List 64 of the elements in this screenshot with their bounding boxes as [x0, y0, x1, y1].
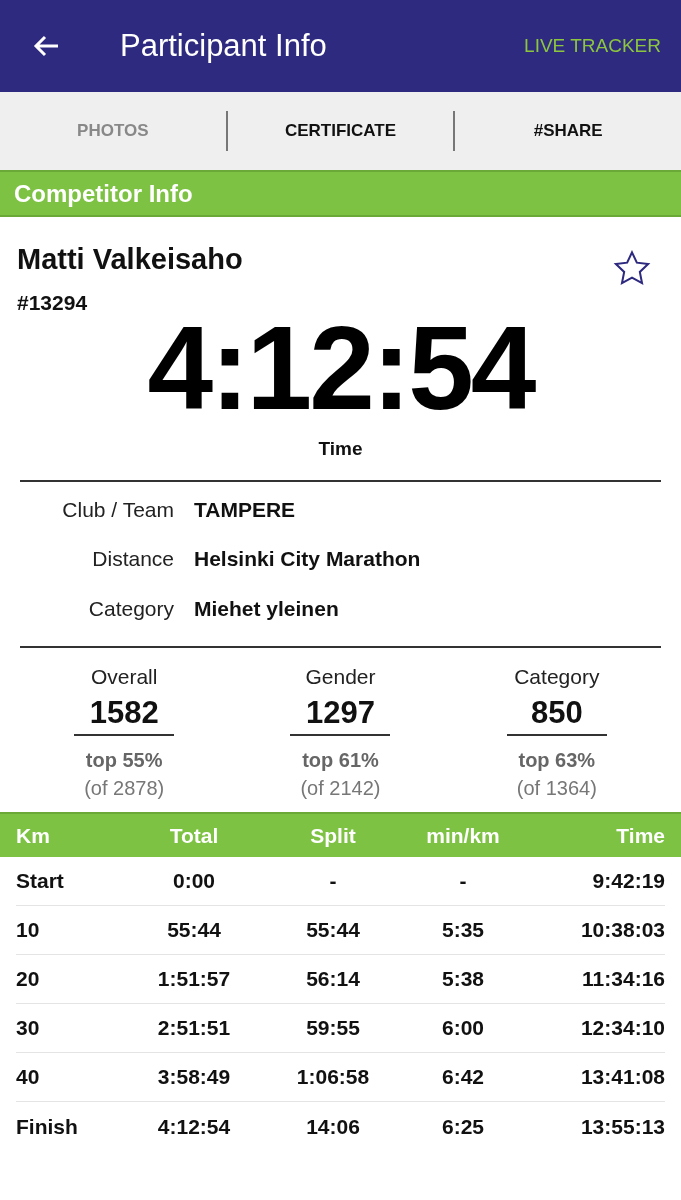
table-cell-text: 6:25 — [441, 1113, 485, 1140]
section-header: Competitor Info — [0, 170, 681, 217]
top-percent: top 55% — [85, 750, 163, 770]
detail-value: Miehet yleinen — [194, 595, 339, 622]
detail-label: Category — [87, 595, 174, 622]
table-cell-text: 55:44 — [305, 917, 361, 944]
table-cell-text: 11:34:16 — [581, 966, 665, 993]
table-cell-text: 6:42 — [441, 1064, 485, 1091]
table-cell-text: - — [328, 868, 338, 895]
participant-name: Matti Valkeisaho — [17, 245, 243, 274]
table-cell-text: 40 — [16, 1064, 41, 1091]
live-tracker-button[interactable]: LIVE TRACKER — [524, 31, 661, 61]
table-cell-text: 55:44 — [166, 917, 222, 944]
table-cell-text: 1:51:57 — [156, 966, 232, 993]
table-cell-text: 56:14 — [305, 966, 361, 993]
table-cell-text: Start — [16, 868, 65, 895]
back-arrow-icon[interactable] — [32, 34, 60, 58]
tab[interactable]: #SHARE — [455, 118, 681, 144]
table-cell-text: 10:38:03 — [579, 917, 665, 944]
top-percent: top 61% — [302, 750, 379, 770]
table-cell-text: 4:12:54 — [156, 1113, 232, 1140]
table-cell-text: 59:55 — [305, 1015, 361, 1042]
table-cell-text: 5:35 — [441, 917, 485, 944]
tab[interactable]: CERTIFICATE — [227, 118, 454, 144]
table-cell-text: 1:06:58 — [295, 1064, 371, 1091]
finish-time: 4:12:54 — [147, 309, 534, 427]
detail-value: Helsinki City Marathon — [194, 546, 421, 572]
table-cell-text: 9:42:19 — [591, 868, 665, 895]
header-title: Participant Info — [120, 26, 327, 65]
participant-count: (of 2142) — [300, 778, 381, 798]
column-header: Total — [168, 822, 220, 849]
ranking-label: Overall — [90, 666, 158, 687]
column-header: Split — [309, 822, 357, 849]
table-cell-text: 30 — [16, 1015, 41, 1042]
time-label: Time — [318, 437, 363, 461]
table-cell-text: 13:55:13 — [579, 1113, 665, 1140]
table-cell-text: 14:06 — [305, 1113, 361, 1140]
table-cell-text: 20 — [16, 966, 41, 993]
column-header: Time — [615, 822, 665, 849]
ranking-label: Category — [514, 666, 600, 687]
ranking-value: 1582 — [74, 697, 175, 736]
ranking-value: 850 — [506, 697, 607, 736]
participant-count: (of 1364) — [516, 778, 597, 798]
table-cell-text: 5:38 — [441, 966, 485, 993]
table-cell-text: 10 — [16, 917, 41, 944]
table-cell-text: 0:00 — [172, 868, 216, 895]
detail-value: TAMPERE — [194, 496, 296, 523]
ranking-label: Gender — [305, 666, 376, 687]
top-percent: top 63% — [518, 750, 596, 770]
table-cell-text: 12:34:10 — [579, 1015, 665, 1042]
table-cell-text: Finish — [16, 1113, 79, 1140]
table-cell-text: 2:51:51 — [156, 1015, 232, 1042]
star-icon[interactable] — [613, 250, 651, 286]
participant-count: (of 2878) — [84, 778, 165, 798]
table-cell-text: 13:41:08 — [579, 1064, 665, 1091]
ranking-value: 1297 — [290, 697, 391, 736]
table-cell-text: 3:58:49 — [156, 1064, 232, 1091]
table-cell-text: 6:00 — [441, 1015, 485, 1042]
column-header: min/km — [425, 822, 501, 849]
column-header: Km — [16, 822, 51, 849]
bib-number: #13294 — [17, 292, 89, 313]
table-cell-text: - — [458, 868, 468, 895]
detail-label: Club / Team — [61, 496, 174, 523]
detail-label: Distance — [91, 546, 174, 572]
